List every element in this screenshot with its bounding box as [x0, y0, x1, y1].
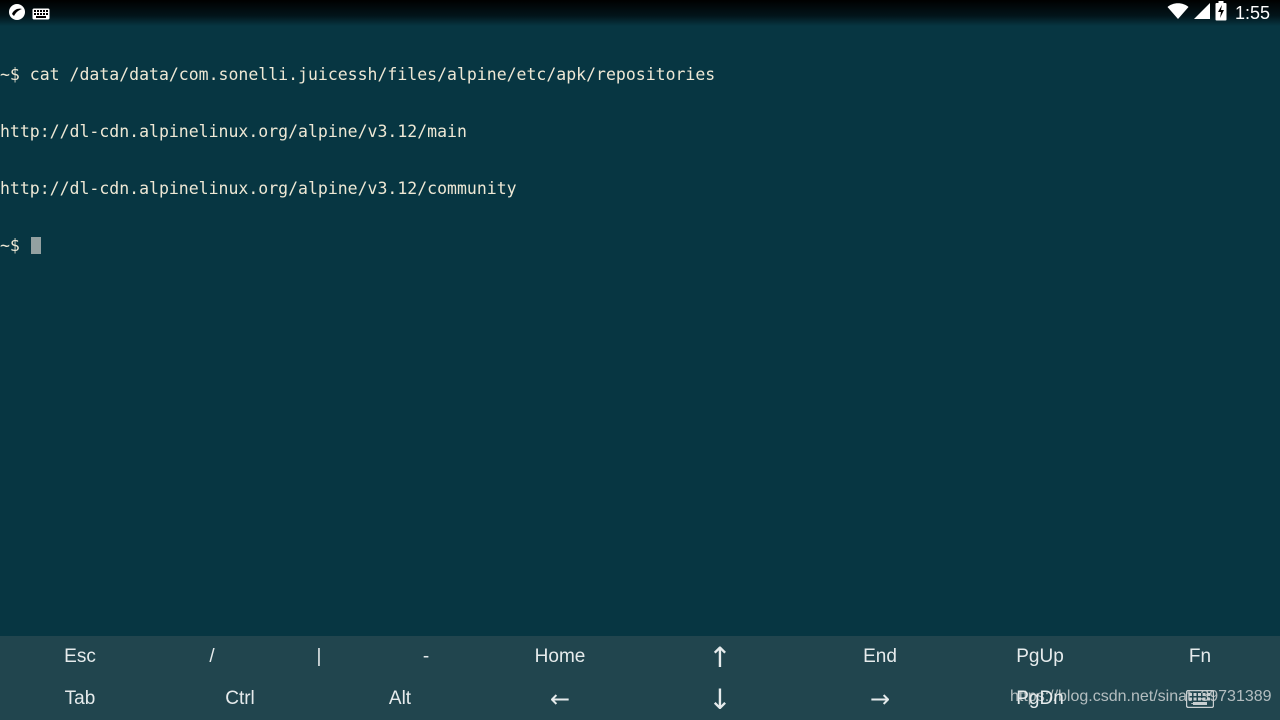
watermark-text: https://blog.csdn.net/sinat_39731389 [1010, 688, 1272, 705]
terminal-prompt-line: ~$ [0, 236, 1280, 255]
tab-key[interactable]: Tab [20, 678, 140, 720]
terminal-cursor [30, 237, 41, 254]
terminal-line: ~$ cat /data/data/com.sonelli.juicessh/f… [0, 65, 716, 84]
terminal-line: http://dl-cdn.alpinelinux.org/alpine/v3.… [0, 179, 517, 198]
dash-key[interactable]: - [366, 636, 486, 678]
cell-signal-icon [1193, 2, 1211, 24]
pgup-key[interactable]: PgUp [980, 636, 1100, 678]
battery-charging-icon [1215, 1, 1227, 25]
alt-key[interactable]: Alt [340, 678, 460, 720]
terminal-line: http://dl-cdn.alpinelinux.org/alpine/v3.… [0, 122, 467, 141]
keyboard-toggle-icon[interactable] [1185, 689, 1215, 712]
down-arrow-key[interactable]: ↓ [660, 678, 780, 720]
terminal-prompt: ~$ [0, 236, 30, 255]
fn-key[interactable]: Fn [1140, 636, 1260, 678]
terminal-view[interactable]: ~$ cat /data/data/com.sonelli.juicessh/f… [0, 27, 1280, 274]
wifi-icon [1167, 2, 1189, 24]
up-arrow-key[interactable]: ↑ [660, 636, 780, 678]
pipe-key[interactable]: | [259, 636, 379, 678]
status-bar: 1:55 [0, 0, 1280, 26]
slash-key[interactable]: / [152, 636, 272, 678]
juicessh-app-icon [8, 3, 26, 25]
keyboard-icon [32, 5, 50, 24]
status-time: 1:55 [1234, 2, 1270, 23]
home-key[interactable]: Home [500, 636, 620, 678]
esc-key[interactable]: Esc [20, 636, 140, 678]
right-arrow-key[interactable]: → [820, 678, 940, 720]
left-arrow-key[interactable]: ← [500, 678, 620, 720]
end-key[interactable]: End [820, 636, 940, 678]
status-bar-left [8, 3, 50, 25]
extra-keys-row-1: Esc / | - Home ↑ End PgUp Fn [0, 636, 1280, 678]
ctrl-key[interactable]: Ctrl [180, 678, 300, 720]
extra-keys-bar: Esc / | - Home ↑ End PgUp Fn Tab Ctrl Al… [0, 636, 1280, 720]
status-bar-right: 1:55 [1167, 1, 1270, 25]
